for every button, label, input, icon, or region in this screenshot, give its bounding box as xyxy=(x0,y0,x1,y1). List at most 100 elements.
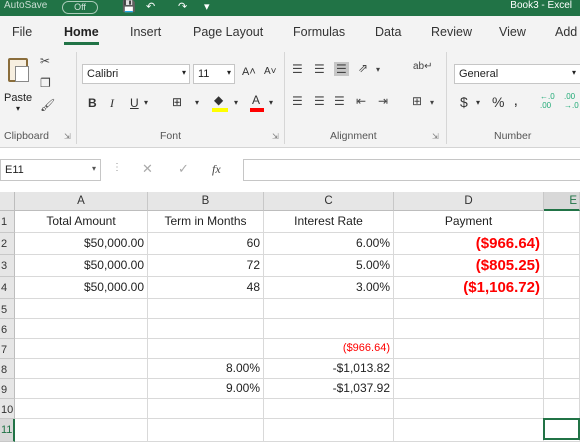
clipboard-launcher-icon[interactable]: ⇲ xyxy=(64,132,71,141)
cell-e8[interactable] xyxy=(544,359,580,379)
increase-decimal-icon[interactable]: ←.0.00 xyxy=(540,92,555,110)
tab-view[interactable]: View xyxy=(499,25,526,39)
row-header-1[interactable]: 1 xyxy=(0,211,15,233)
fill-color-dropdown-icon[interactable]: ▾ xyxy=(234,98,238,107)
cell-a11[interactable] xyxy=(15,419,148,442)
alignment-launcher-icon[interactable]: ⇲ xyxy=(432,132,439,141)
comma-style-icon[interactable]: ‚ xyxy=(514,92,518,110)
cell-b11[interactable] xyxy=(148,419,264,442)
autosave-toggle[interactable]: Off xyxy=(62,1,98,14)
cell-d6[interactable] xyxy=(394,319,544,339)
save-icon[interactable]: 💾 xyxy=(122,0,136,13)
cut-icon[interactable]: ✂ xyxy=(40,54,50,68)
font-size-dropdown[interactable]: 11 ▾ xyxy=(193,64,235,84)
cell-a4[interactable]: $50,000.00 xyxy=(15,277,148,299)
formula-input[interactable] xyxy=(243,159,580,181)
font-name-dropdown[interactable]: Calibri ▾ xyxy=(82,64,190,84)
cell-e5[interactable] xyxy=(544,299,580,319)
row-header-3[interactable]: 3 xyxy=(0,255,15,277)
cell-c10[interactable] xyxy=(264,399,394,419)
cell-c8[interactable]: -$1,013.82 xyxy=(264,359,394,379)
copy-icon[interactable]: ❐ xyxy=(40,76,51,90)
cell-d8[interactable] xyxy=(394,359,544,379)
cell-d7[interactable] xyxy=(394,339,544,359)
row-header-7[interactable]: 7 xyxy=(0,339,15,359)
insert-function-icon[interactable]: fx xyxy=(212,162,221,177)
tab-file[interactable]: File xyxy=(12,25,32,39)
align-bottom-icon[interactable]: ☰ xyxy=(334,62,349,76)
bold-button[interactable]: B xyxy=(88,96,97,110)
cell-e1[interactable] xyxy=(544,211,580,233)
fill-color-icon[interactable]: ◆ xyxy=(214,93,223,107)
number-format-dropdown[interactable]: General ▾ xyxy=(454,64,580,84)
cell-b3[interactable]: 72 xyxy=(148,255,264,277)
cell-c6[interactable] xyxy=(264,319,394,339)
cell-d3[interactable]: ($805.25) xyxy=(394,255,544,277)
worksheet-grid[interactable]: A B C D E 1 2 3 4 5 6 7 8 9 10 11 Total … xyxy=(0,192,580,442)
cell-c2[interactable]: 6.00% xyxy=(264,233,394,255)
cell-b2[interactable]: 60 xyxy=(148,233,264,255)
row-header-8[interactable]: 8 xyxy=(0,359,15,379)
font-launcher-icon[interactable]: ⇲ xyxy=(272,132,279,141)
cell-d2[interactable]: ($966.64) xyxy=(394,233,544,255)
row-header-11[interactable]: 11 xyxy=(0,419,15,442)
column-header-b[interactable]: B xyxy=(148,192,264,211)
cell-c9[interactable]: -$1,037.92 xyxy=(264,379,394,399)
cell-e2[interactable] xyxy=(544,233,580,255)
customize-qat-icon[interactable]: ▾ xyxy=(204,0,210,13)
tab-formulas[interactable]: Formulas xyxy=(293,25,345,39)
cell-a3[interactable]: $50,000.00 xyxy=(15,255,148,277)
cell-b7[interactable] xyxy=(148,339,264,359)
cell-e10[interactable] xyxy=(544,399,580,419)
cell-e3[interactable] xyxy=(544,255,580,277)
format-painter-icon[interactable]: 🖌 xyxy=(40,98,55,112)
row-header-5[interactable]: 5 xyxy=(0,299,15,319)
align-right-icon[interactable]: ☰ xyxy=(334,94,345,108)
align-left-icon[interactable]: ☰ xyxy=(292,94,303,108)
increase-indent-icon[interactable]: ⇥ xyxy=(378,94,388,108)
tab-review[interactable]: Review xyxy=(431,25,472,39)
column-header-a[interactable]: A xyxy=(15,192,148,211)
tab-data[interactable]: Data xyxy=(375,25,401,39)
name-box[interactable]: E11 ▾ xyxy=(0,159,101,181)
row-header-9[interactable]: 9 xyxy=(0,379,15,399)
font-color-dropdown-icon[interactable]: ▾ xyxy=(269,98,273,107)
select-all-corner[interactable] xyxy=(0,192,15,211)
wrap-text-icon[interactable]: ab↵ xyxy=(413,60,433,74)
cell-a7[interactable] xyxy=(15,339,148,359)
decrease-indent-icon[interactable]: ⇤ xyxy=(356,94,366,108)
row-header-10[interactable]: 10 xyxy=(0,399,15,419)
merge-center-icon[interactable]: ⊞ xyxy=(412,94,422,108)
align-center-icon[interactable]: ☰ xyxy=(314,94,325,108)
increase-font-size-icon[interactable]: A˄ xyxy=(242,66,256,78)
cell-d4[interactable]: ($1,106.72) xyxy=(394,277,544,299)
cell-d10[interactable] xyxy=(394,399,544,419)
cell-b6[interactable] xyxy=(148,319,264,339)
orientation-dropdown-icon[interactable]: ▾ xyxy=(376,63,380,77)
tab-home[interactable]: Home xyxy=(64,25,99,45)
row-header-4[interactable]: 4 xyxy=(0,277,15,299)
merge-dropdown-icon[interactable]: ▾ xyxy=(430,96,434,110)
tab-insert[interactable]: Insert xyxy=(130,25,161,39)
cell-d1[interactable]: Payment xyxy=(394,211,544,233)
italic-button[interactable]: I xyxy=(110,96,114,111)
paste-button[interactable]: Paste ▾ xyxy=(2,54,36,114)
cell-a1[interactable]: Total Amount xyxy=(15,211,148,233)
row-header-2[interactable]: 2 xyxy=(0,233,15,255)
borders-dropdown-icon[interactable]: ▾ xyxy=(195,98,199,107)
accounting-dropdown-icon[interactable]: ▾ xyxy=(476,98,480,107)
accounting-format-button[interactable]: $ xyxy=(460,94,468,110)
cell-a8[interactable] xyxy=(15,359,148,379)
decrease-decimal-icon[interactable]: .00 →.0 xyxy=(564,92,579,110)
redo-icon[interactable]: ↷ xyxy=(178,0,187,13)
font-color-icon[interactable]: A xyxy=(252,93,260,107)
cell-b10[interactable] xyxy=(148,399,264,419)
cell-b1[interactable]: Term in Months xyxy=(148,211,264,233)
cell-c11[interactable] xyxy=(264,419,394,442)
cancel-formula-icon[interactable]: ✕ xyxy=(142,161,153,177)
align-middle-icon[interactable]: ☰ xyxy=(314,62,325,76)
cell-c1[interactable]: Interest Rate xyxy=(264,211,394,233)
decrease-font-size-icon[interactable]: A˅ xyxy=(264,66,277,77)
cell-d9[interactable] xyxy=(394,379,544,399)
cell-e9[interactable] xyxy=(544,379,580,399)
